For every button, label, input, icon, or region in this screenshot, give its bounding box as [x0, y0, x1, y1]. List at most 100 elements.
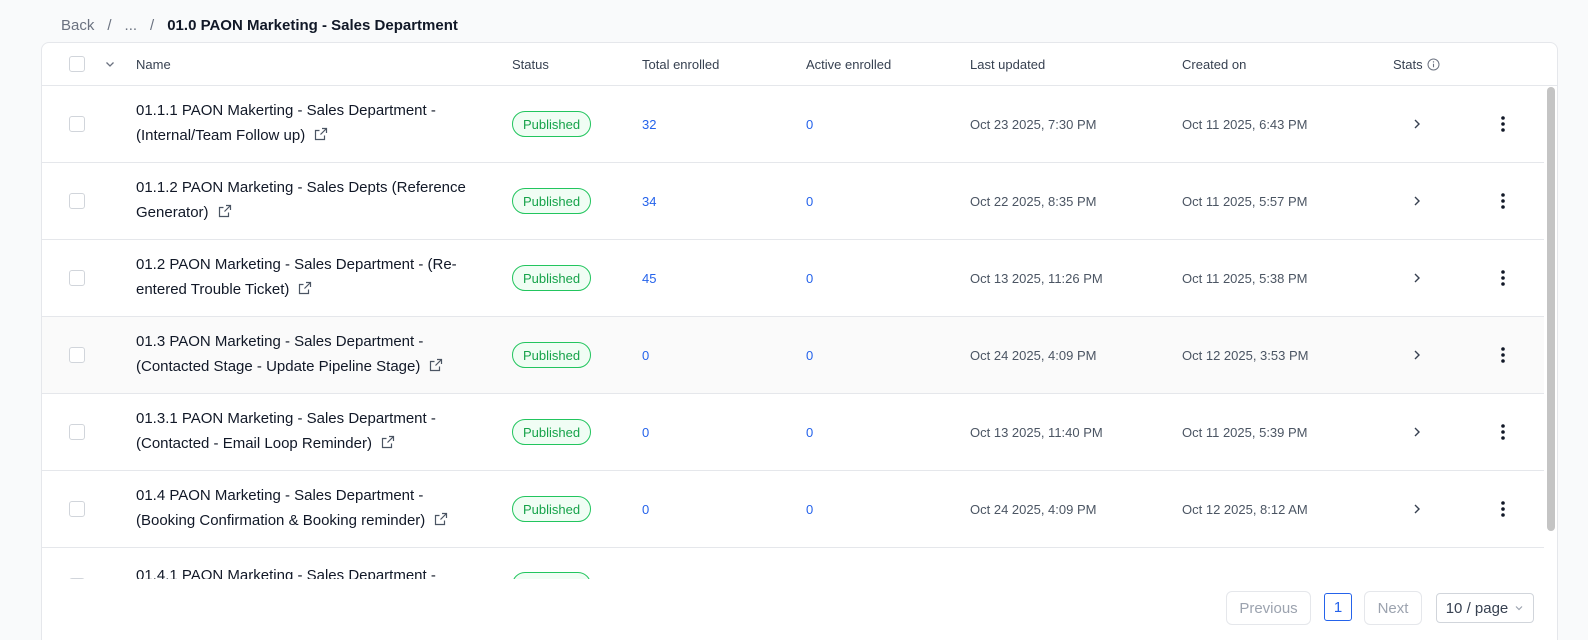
header-total-enrolled[interactable]: Total enrolled [642, 43, 719, 85]
workflow-name-link[interactable]: 01.1.1 PAON Makerting - Sales Department… [136, 102, 436, 144]
chevron-right-icon[interactable] [1412, 317, 1422, 393]
workflows-table-card: Name Status Total enrolled Active enroll… [41, 42, 1558, 640]
workflow-name-link[interactable]: 01.1.2 PAON Marketing - Sales Depts (Ref… [136, 179, 466, 221]
total-enrolled-link[interactable]: 32 [642, 86, 656, 162]
row-checkbox-cell [69, 471, 85, 547]
table-row[interactable]: 01.3.1 PAON Marketing - Sales Department… [42, 394, 1544, 471]
workflow-name-link[interactable]: 01.3 PAON Marketing - Sales Department -… [136, 333, 423, 375]
next-button[interactable]: Next [1364, 591, 1422, 625]
more-options-icon[interactable] [1501, 317, 1505, 393]
active-enrolled-link[interactable]: 0 [806, 86, 813, 162]
external-link-icon[interactable] [434, 510, 448, 535]
status-badge: Published [512, 496, 592, 522]
select-all-checkbox-cell [69, 43, 85, 85]
pagination: Previous 1 Next 10 / page [42, 579, 1557, 640]
breadcrumb-separator: / [150, 16, 155, 34]
status-cell: Published [512, 317, 592, 393]
breadcrumb-back[interactable]: Back [61, 17, 94, 34]
row-checkbox-cell [69, 240, 85, 316]
total-enrolled-link[interactable]: 0 [642, 471, 649, 547]
row-checkbox[interactable] [69, 501, 85, 517]
last-updated-date: Oct 24 2025, 4:09 PM [970, 501, 1097, 517]
chevron-down-icon[interactable] [104, 43, 116, 85]
workflow-name-link[interactable]: 01.4 PAON Marketing - Sales Department -… [136, 487, 425, 529]
created-on-date: Oct 11 2025, 5:38 PM [1182, 270, 1308, 286]
name-cell: 01.2 PAON Marketing - Sales Department -… [136, 240, 476, 316]
status-cell: Published [512, 163, 592, 239]
row-checkbox[interactable] [69, 347, 85, 363]
active-enrolled-link[interactable]: 0 [806, 163, 813, 239]
breadcrumb: Back / ... / 01.0 PAON Marketing - Sales… [61, 16, 458, 34]
more-options-icon[interactable] [1501, 163, 1505, 239]
table-row[interactable]: 01.3 PAON Marketing - Sales Department -… [42, 317, 1544, 394]
chevron-right-icon[interactable] [1412, 86, 1422, 162]
active-enrolled-link[interactable]: 0 [806, 471, 813, 547]
name-cell: 01.3 PAON Marketing - Sales Department -… [136, 317, 476, 393]
breadcrumb-separator: / [107, 16, 112, 34]
header-status[interactable]: Status [512, 43, 549, 85]
header-active-enrolled[interactable]: Active enrolled [806, 43, 891, 85]
table-body: 01.1.1 PAON Makerting - Sales Department… [42, 86, 1544, 579]
breadcrumb-current: 01.0 PAON Marketing - Sales Department [167, 16, 458, 34]
total-enrolled-link[interactable]: 0 [642, 394, 649, 470]
status-cell: Published [512, 471, 592, 547]
status-badge: Published [512, 111, 592, 137]
status-cell: Published [512, 394, 592, 470]
select-all-checkbox[interactable] [69, 56, 85, 72]
external-link-icon[interactable] [381, 433, 395, 458]
chevron-right-icon[interactable] [1412, 240, 1422, 316]
status-badge: Published [512, 265, 592, 291]
last-updated-date: Oct 13 2025, 11:26 PM [970, 270, 1103, 286]
chevron-right-icon[interactable] [1412, 471, 1422, 547]
external-link-icon[interactable] [218, 202, 232, 227]
more-options-icon[interactable] [1501, 471, 1505, 547]
page-size-label: 10 / page [1445, 599, 1509, 617]
name-cell: 01.3.1 PAON Marketing - Sales Department… [136, 394, 476, 470]
name-cell: 01.1.2 PAON Marketing - Sales Depts (Ref… [136, 163, 476, 239]
table-row[interactable]: 01.2 PAON Marketing - Sales Department -… [42, 240, 1544, 317]
row-checkbox[interactable] [69, 193, 85, 209]
page-number-button[interactable]: 1 [1324, 593, 1352, 621]
external-link-icon[interactable] [314, 125, 328, 150]
row-checkbox[interactable] [69, 424, 85, 440]
row-checkbox[interactable] [69, 270, 85, 286]
external-link-icon[interactable] [298, 279, 312, 304]
previous-button[interactable]: Previous [1226, 591, 1311, 625]
table-row[interactable]: 01.4 PAON Marketing - Sales Department -… [42, 471, 1544, 548]
header-stats-label: Stats [1393, 56, 1423, 72]
row-checkbox-cell [69, 548, 85, 579]
header-name[interactable]: Name [136, 43, 171, 85]
table-row[interactable]: 01.1.1 PAON Makerting - Sales Department… [42, 86, 1544, 163]
chevron-right-icon[interactable] [1412, 163, 1422, 239]
row-checkbox-cell [69, 163, 85, 239]
page-size-select[interactable]: 10 / page [1436, 593, 1534, 623]
created-on-date: Oct 11 2025, 5:39 PM [1182, 424, 1308, 440]
row-checkbox-cell [69, 86, 85, 162]
more-options-icon[interactable] [1501, 86, 1505, 162]
active-enrolled-link[interactable]: 0 [806, 317, 813, 393]
total-enrolled-link[interactable]: 45 [642, 240, 656, 316]
header-last-updated[interactable]: Last updated [970, 43, 1045, 85]
more-options-icon[interactable] [1501, 394, 1505, 470]
scrollbar[interactable] [1547, 87, 1555, 531]
header-created-on[interactable]: Created on [1182, 43, 1246, 85]
status-badge: Published [512, 572, 592, 579]
table-row[interactable]: 01.4.1 PAON Marketing - Sales Department… [42, 548, 1544, 579]
more-options-icon[interactable] [1501, 240, 1505, 316]
active-enrolled-link[interactable]: 0 [806, 240, 813, 316]
row-checkbox[interactable] [69, 116, 85, 132]
table-header: Name Status Total enrolled Active enroll… [42, 43, 1557, 86]
table-row[interactable]: 01.1.2 PAON Marketing - Sales Depts (Ref… [42, 163, 1544, 240]
workflow-name-link[interactable]: 01.4.1 PAON Marketing - Sales Department… [136, 567, 436, 579]
last-updated-date: Oct 24 2025, 4:09 PM [970, 347, 1097, 363]
name-cell: 01.4.1 PAON Marketing - Sales Department… [136, 548, 476, 579]
external-link-icon[interactable] [429, 356, 443, 381]
total-enrolled-link[interactable]: 34 [642, 163, 656, 239]
workflow-name-link[interactable]: 01.2 PAON Marketing - Sales Department -… [136, 256, 457, 298]
info-icon[interactable] [1427, 58, 1440, 71]
active-enrolled-link[interactable]: 0 [806, 394, 813, 470]
breadcrumb-ellipsis[interactable]: ... [125, 17, 138, 34]
created-on-date: Oct 11 2025, 6:43 PM [1182, 116, 1308, 132]
total-enrolled-link[interactable]: 0 [642, 317, 649, 393]
chevron-right-icon[interactable] [1412, 394, 1422, 470]
